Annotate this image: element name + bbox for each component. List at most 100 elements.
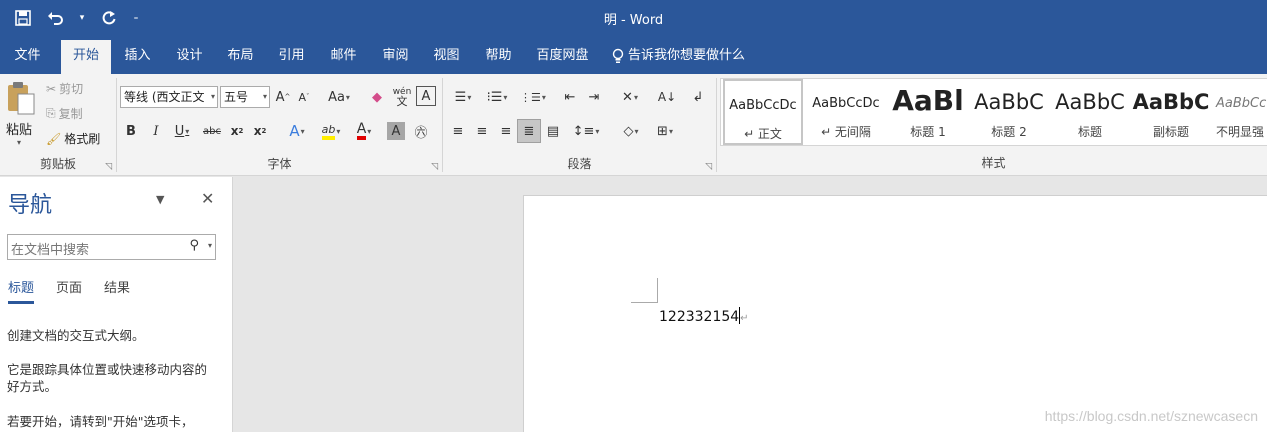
justify-icon[interactable]: ≣: [517, 119, 541, 143]
subscript-icon[interactable]: x2: [228, 120, 246, 142]
style-preview: AaBbCcDc: [812, 96, 880, 111]
tab-baidu-netdisk[interactable]: 百度网盘: [530, 37, 595, 74]
styles-group-label: 样式: [981, 156, 1006, 170]
cut-button[interactable]: ✂ 剪切: [46, 80, 83, 97]
tab-file[interactable]: 文件: [0, 37, 55, 74]
shrink-font-icon[interactable]: Aˇ: [295, 86, 313, 108]
tab-design[interactable]: 设计: [169, 37, 210, 74]
style-normal[interactable]: AaBbCcDc ↵ 正文: [723, 79, 803, 145]
bold-icon[interactable]: B: [122, 120, 140, 142]
font-group-label: 字体: [267, 157, 292, 171]
search-icon[interactable]: ⚲: [189, 238, 199, 253]
style-name: ↵ 正文: [744, 127, 782, 141]
highlight-color-icon[interactable]: ab ▾: [315, 120, 347, 142]
format-painter-button[interactable]: 🖌 格式刷: [46, 130, 100, 147]
italic-icon[interactable]: I: [147, 120, 165, 142]
dialog-launcher-icon[interactable]: ◹: [105, 162, 112, 172]
paragraph-mark-icon: ↵: [740, 313, 749, 324]
shading-icon[interactable]: ◇ ▾: [615, 120, 647, 142]
tab-home[interactable]: 开始: [61, 40, 111, 74]
margin-marker: [631, 302, 658, 303]
text-effects-icon[interactable]: A ▾: [282, 120, 312, 142]
sort-icon[interactable]: A↓: [656, 86, 678, 108]
superscript-icon[interactable]: x2: [251, 120, 269, 142]
divider: [716, 78, 717, 172]
strikethrough-icon[interactable]: abc: [200, 120, 224, 142]
style-heading-2[interactable]: AaBbC 标题 2: [969, 79, 1049, 145]
borders-icon[interactable]: ⊞ ▾: [649, 120, 681, 142]
copy-button[interactable]: ⎘ 复制: [46, 105, 83, 122]
clear-formatting-icon[interactable]: ◆: [367, 86, 387, 108]
enclosed-character-icon[interactable]: ㊅: [411, 120, 431, 142]
chevron-down-icon[interactable]: ▼: [156, 193, 164, 206]
chevron-down-icon: ▾: [210, 92, 215, 101]
line-spacing-icon[interactable]: ↕≡ ▾: [569, 120, 603, 142]
style-preview: AaBbCcDc: [729, 98, 797, 113]
tab-references[interactable]: 引用: [271, 37, 312, 74]
style-name: 标题 1: [910, 125, 946, 139]
nav-tab-results[interactable]: 结果: [104, 277, 130, 304]
document-page[interactable]: 122332154↵: [523, 195, 1267, 432]
style-title[interactable]: AaBbC 标题: [1050, 79, 1130, 145]
align-left-icon[interactable]: ≡: [448, 120, 468, 142]
nav-hint-3: 若要开始，请转到"开始"选项卡，: [7, 414, 194, 429]
style-preview: AaBbC: [974, 90, 1044, 114]
chevron-down-icon[interactable]: ▾: [208, 241, 212, 250]
nav-title: 导航: [8, 193, 53, 218]
highlighter-icon: ab: [321, 123, 336, 140]
nav-tab-pages[interactable]: 页面: [56, 277, 82, 304]
letter-a-icon: A: [356, 122, 367, 140]
nav-hint-2: 它是跟踪具体位置或快速移动内容的好方式。: [7, 362, 208, 394]
style-name: 副标题: [1152, 125, 1189, 139]
tab-review[interactable]: 审阅: [374, 37, 417, 74]
font-name-combo[interactable]: 等线 (西文正文 ▾: [120, 86, 218, 108]
tell-me-search[interactable]: 告诉我你想要做什么: [612, 37, 772, 74]
dialog-launcher-icon[interactable]: ◹: [431, 162, 438, 172]
bullets-icon[interactable]: ☰ ▾: [447, 86, 479, 108]
font-color-icon[interactable]: A ▾: [349, 120, 379, 142]
font-size-combo[interactable]: 五号 ▾: [220, 86, 270, 108]
multilevel-list-icon[interactable]: ⋮☰ ▾: [517, 86, 549, 108]
style-name: 不明显强: [1216, 125, 1265, 139]
underline-icon[interactable]: U ▾: [170, 120, 194, 142]
paste-icon: [8, 82, 35, 115]
tab-mailings[interactable]: 邮件: [322, 37, 365, 74]
font-group: 等线 (西文正文 ▾ 五号 ▾ A ^ Aˇ Aa ▾ ◆ wén 文 A B I U ▾ …: [117, 74, 442, 176]
nav-tab-headings[interactable]: 标题: [8, 277, 35, 304]
nav-search-input[interactable]: 在文档中搜索 ⚲ ▾: [7, 234, 216, 260]
tab-help[interactable]: 帮助: [477, 37, 520, 74]
style-preview: AaBbCc: [1216, 96, 1267, 111]
tab-layout[interactable]: 布局: [220, 37, 261, 74]
align-center-icon[interactable]: ≡: [472, 120, 492, 142]
document-paragraph[interactable]: 122332154↵: [659, 307, 749, 325]
increase-indent-icon[interactable]: ⇥: [583, 86, 605, 108]
character-border-icon[interactable]: A: [416, 86, 436, 106]
numbering-icon[interactable]: ⁝☰ ▾: [481, 86, 513, 108]
grow-font-icon[interactable]: A ^: [274, 86, 292, 108]
phonetic-guide-icon[interactable]: wén 文: [391, 86, 413, 108]
close-icon[interactable]: ✕: [201, 189, 214, 208]
paragraph-group: ☰ ▾ ⁝☰ ▾ ⋮☰ ▾ ⇤ ⇥ ✕ ▾ A↓ ↲ ≡ ≡ ≡ ≣ ▤ ↕≡ ▾ ◇ ▾ …: [443, 74, 716, 176]
decrease-indent-icon[interactable]: ⇤: [559, 86, 581, 108]
tab-view[interactable]: 视图: [425, 37, 468, 74]
font-name-value: 等线 (西文正文: [124, 90, 205, 104]
style-heading-1[interactable]: AaBl 标题 1: [888, 79, 968, 145]
chinese-layout-icon[interactable]: ✕ ▾: [614, 86, 646, 108]
style-name: 标题 2: [991, 125, 1027, 139]
align-right-icon[interactable]: ≡: [496, 120, 516, 142]
title-bar: ▾ ₌ 明 - Word: [0, 0, 1267, 37]
format-painter-label: 格式刷: [64, 132, 101, 146]
dialog-launcher-icon[interactable]: ◹: [705, 162, 712, 172]
show-marks-icon[interactable]: ↲: [688, 86, 708, 108]
style-subtle-emphasis[interactable]: AaBbCc 不明显强: [1212, 79, 1267, 145]
distributed-icon[interactable]: ▤: [543, 120, 563, 142]
style-no-spacing[interactable]: AaBbCcDc ↵ 无间隔: [806, 79, 886, 145]
tab-insert[interactable]: 插入: [117, 37, 158, 74]
change-case-icon[interactable]: Aa ▾: [324, 86, 354, 108]
styles-gallery: AaBbCcDc ↵ 正文 AaBbCcDc ↵ 无间隔 AaBl 标题 1 A…: [720, 78, 1267, 146]
style-preview: AaBbC: [1055, 90, 1125, 114]
style-subtitle[interactable]: AaBbC 副标题: [1131, 79, 1211, 145]
character-shading-icon[interactable]: A: [387, 122, 405, 140]
paste-button[interactable]: 粘贴 ▾: [4, 78, 38, 148]
paste-label: 粘贴: [6, 123, 33, 138]
